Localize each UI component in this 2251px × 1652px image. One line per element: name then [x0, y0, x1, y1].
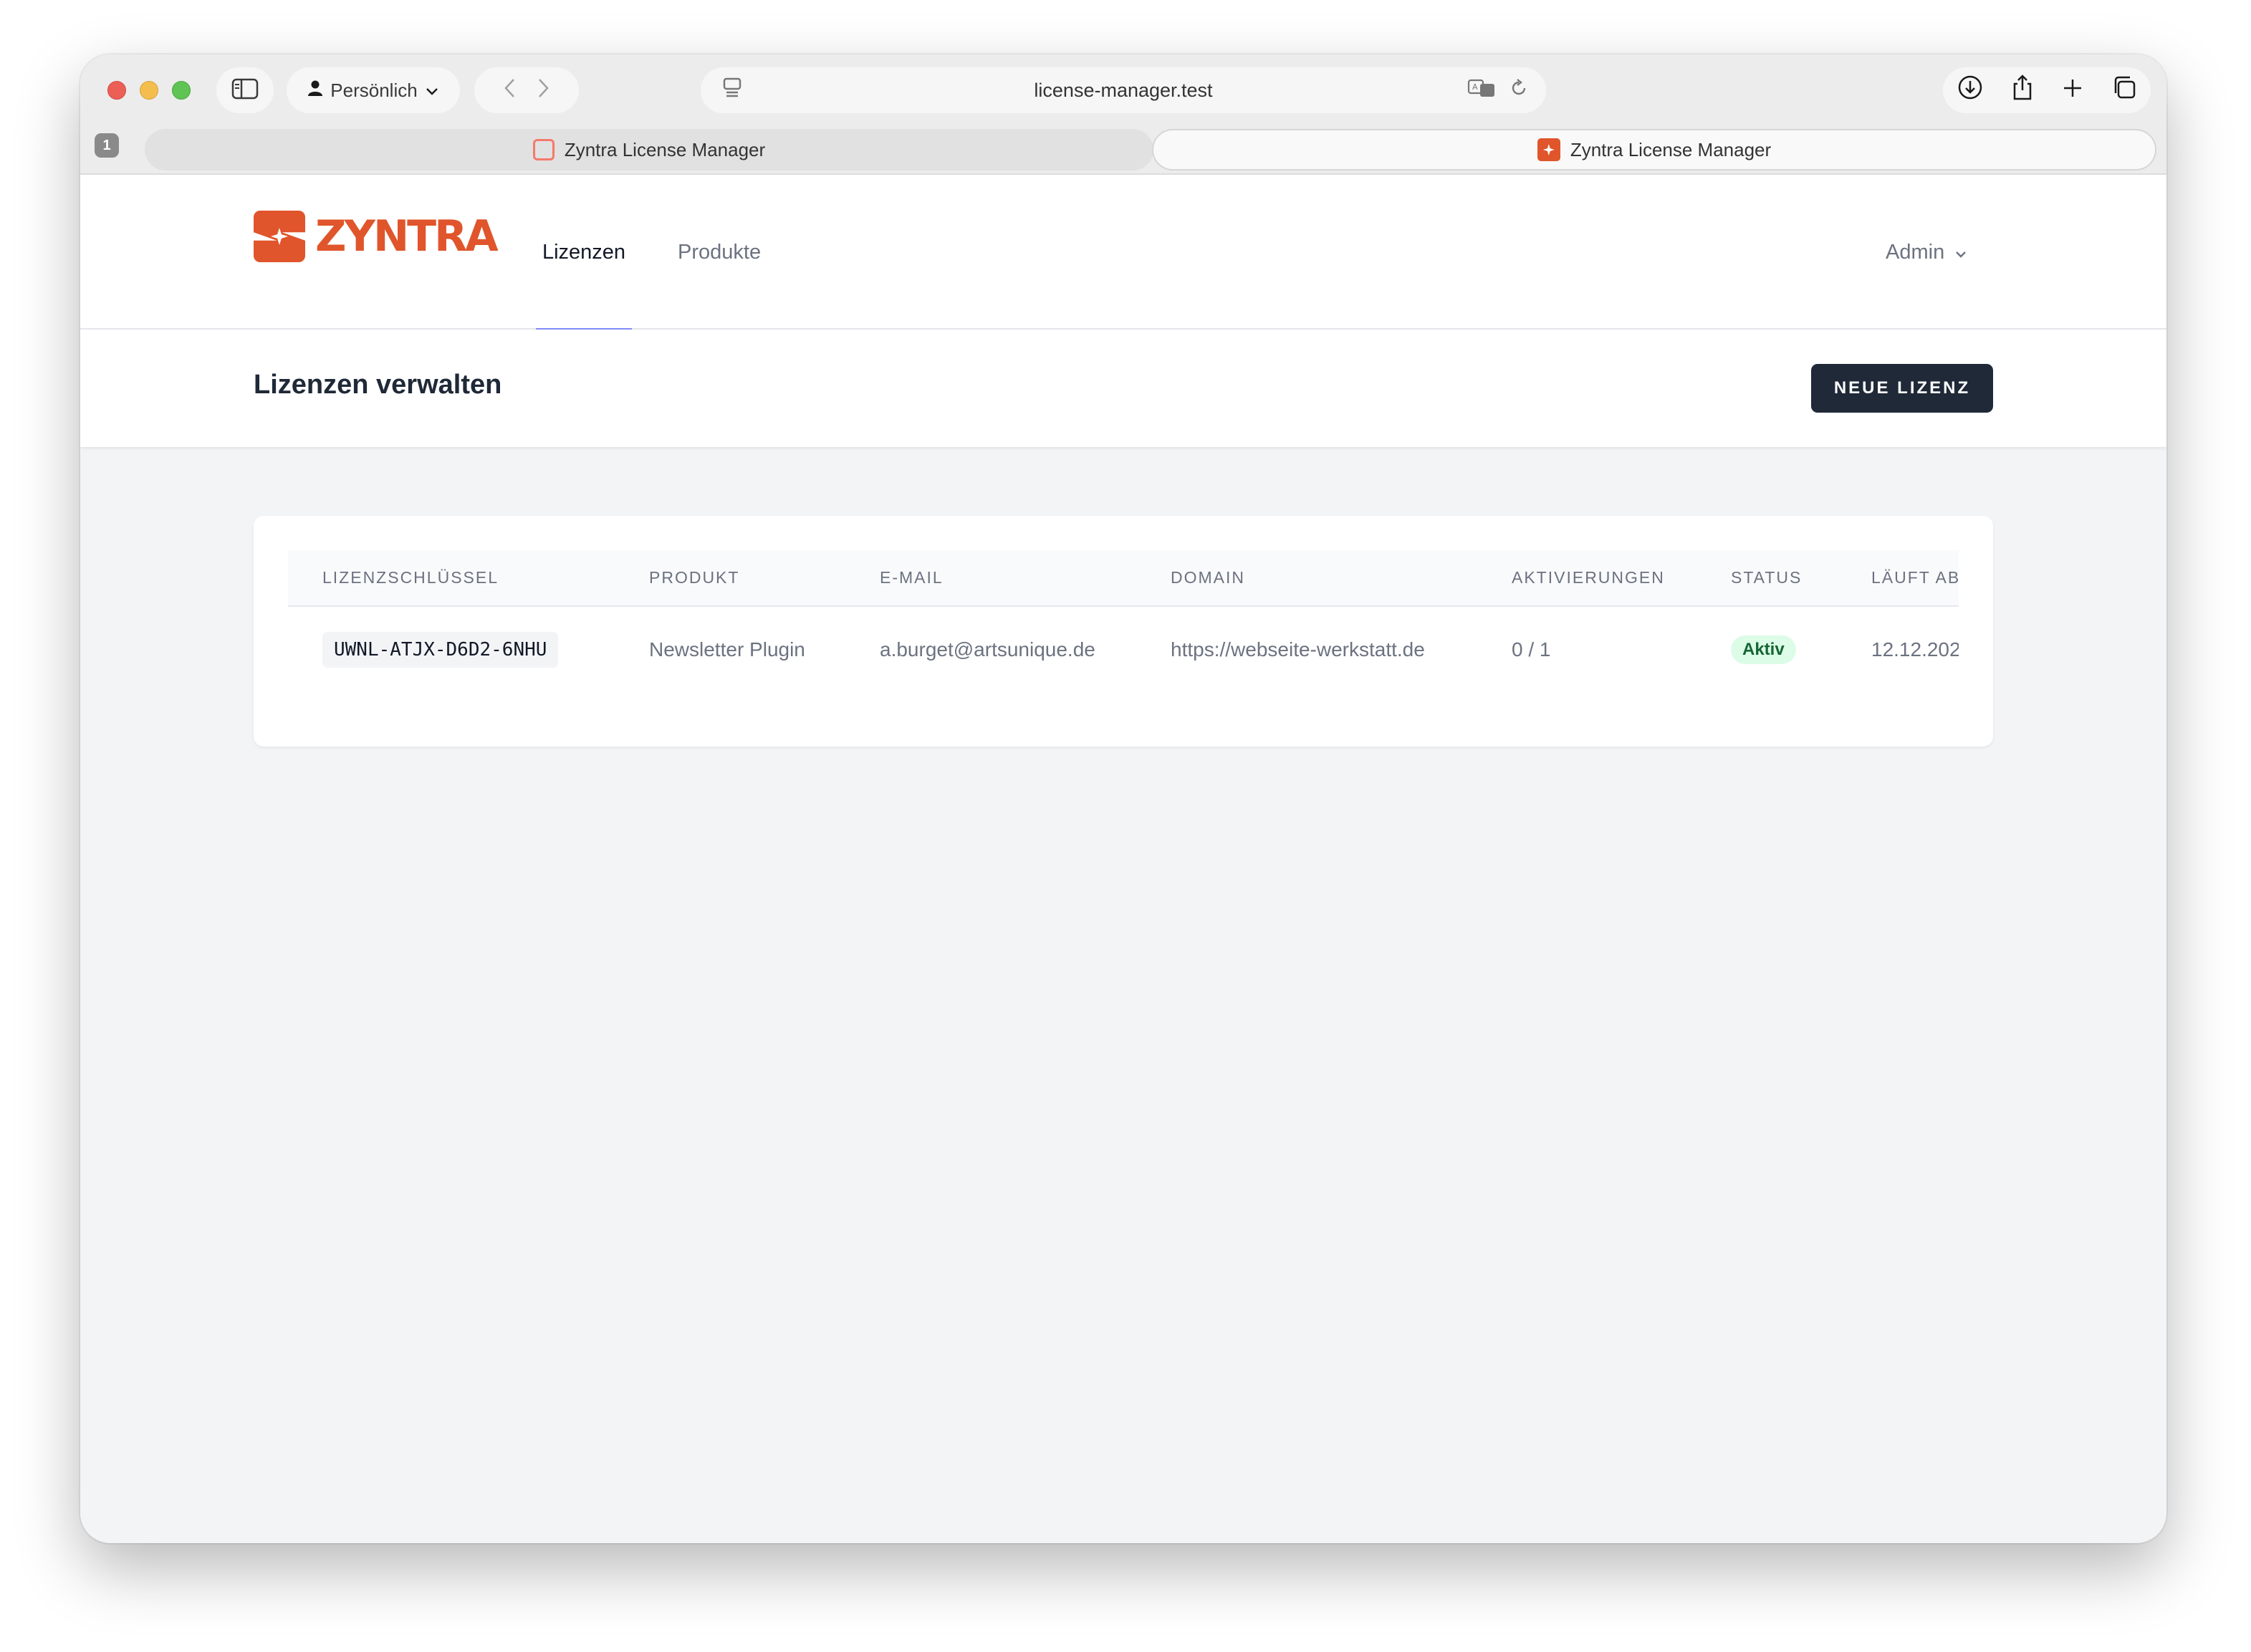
profile-button[interactable]: Persönlich — [287, 67, 460, 113]
minimize-window-button[interactable] — [140, 81, 158, 100]
cell-domain: https://webseite-werkstatt.de — [1171, 638, 1425, 661]
history-navigation — [474, 67, 579, 113]
person-icon — [307, 80, 323, 102]
download-icon[interactable] — [1957, 75, 1983, 107]
column-header-status: STATUS — [1731, 568, 1803, 587]
column-header-expires: LÄUFT AB — [1871, 568, 1959, 587]
app-navigation: ZYNTRA Lizenzen Produkte Admin — [80, 175, 2166, 331]
browser-window: Persönlich license-manager.test A 1 Zynt… — [80, 54, 2166, 1543]
page-header: Lizenzen verwalten NEUE LIZENZ — [80, 330, 2166, 447]
license-key-code: UWNL-ATJX-D6D2-6NHU — [322, 631, 559, 668]
plus-icon[interactable] — [2062, 75, 2083, 105]
address-actions: A — [1467, 78, 1529, 103]
laravel-favicon-icon — [532, 139, 555, 160]
column-header-key: LIZENZSCHLÜSSEL — [322, 568, 499, 587]
tabs-overview-icon[interactable] — [2111, 75, 2137, 107]
close-window-button[interactable] — [107, 81, 126, 100]
status-badge: Aktiv — [1731, 635, 1796, 664]
profile-label: Persönlich — [330, 79, 418, 101]
share-icon[interactable] — [2011, 74, 2034, 107]
column-header-product: PRODUKT — [649, 568, 740, 587]
page-title: Lizenzen verwalten — [254, 370, 502, 400]
brand-name: ZYNTRA — [315, 211, 499, 261]
translate-icon[interactable]: A — [1467, 78, 1496, 103]
zyntra-favicon-icon — [1537, 138, 1560, 161]
user-menu-label: Admin — [1886, 240, 1945, 264]
column-header-activations: AKTIVIERUNGEN — [1512, 568, 1665, 587]
sidebar-toggle-button[interactable] — [216, 67, 274, 113]
table-header-row: LIZENZSCHLÜSSEL PRODUKT E-MAIL DOMAIN AK… — [288, 550, 1959, 606]
nav-link-lizenzen[interactable]: Lizenzen — [536, 175, 632, 331]
browser-actions — [1943, 67, 2151, 113]
zyntra-logo-icon — [254, 211, 305, 262]
licenses-table-scroll[interactable]: LIZENZSCHLÜSSEL PRODUKT E-MAIL DOMAIN AK… — [288, 550, 1959, 692]
browser-tab-1[interactable]: Zyntra License Manager — [145, 129, 1153, 171]
tab-group-count[interactable]: 1 — [95, 133, 119, 158]
address-bar[interactable]: license-manager.test A — [701, 67, 1546, 113]
reload-icon[interactable] — [1509, 78, 1529, 103]
cell-product: Newsletter Plugin — [649, 638, 805, 661]
cell-email: a.burget@artsunique.de — [880, 638, 1095, 661]
browser-tab-title: Zyntra License Manager — [564, 138, 766, 160]
licenses-card: LIZENZSCHLÜSSEL PRODUKT E-MAIL DOMAIN AK… — [254, 516, 1993, 746]
sidebar-icon — [231, 78, 259, 103]
chevron-down-icon — [1954, 241, 1967, 264]
cell-expires: 12.12.202 — [1871, 638, 1959, 661]
browser-toolbar: Persönlich license-manager.test A 1 Zynt… — [80, 54, 2166, 175]
brand-logo[interactable]: ZYNTRA — [254, 211, 499, 262]
user-menu-button[interactable]: Admin — [1886, 175, 1967, 330]
chevron-left-icon[interactable] — [503, 75, 517, 106]
svg-text:A: A — [1472, 82, 1478, 92]
chevron-down-icon — [425, 80, 439, 102]
zoom-window-button[interactable] — [172, 81, 191, 100]
table-row: UWNL-ATJX-D6D2-6NHU Newsletter Plugin a.… — [288, 606, 1959, 692]
cell-status: Aktiv — [1696, 606, 1837, 692]
browser-tab-title: Zyntra License Manager — [1570, 138, 1772, 160]
column-header-email: E-MAIL — [880, 568, 944, 587]
nav-link-produkte[interactable]: Produkte — [678, 175, 761, 330]
address-text: license-manager.test — [1034, 79, 1213, 101]
cell-activations: 0 / 1 — [1512, 638, 1551, 661]
cell-key: UWNL-ATJX-D6D2-6NHU — [288, 606, 615, 692]
browser-tab-2-active[interactable]: Zyntra License Manager — [1152, 129, 2156, 171]
column-header-domain: DOMAIN — [1171, 568, 1245, 587]
chevron-right-icon[interactable] — [536, 75, 550, 106]
page-menu-icon[interactable] — [722, 77, 742, 104]
new-license-button[interactable]: NEUE LIZENZ — [1811, 364, 1993, 413]
licenses-table: LIZENZSCHLÜSSEL PRODUKT E-MAIL DOMAIN AK… — [288, 550, 1959, 692]
